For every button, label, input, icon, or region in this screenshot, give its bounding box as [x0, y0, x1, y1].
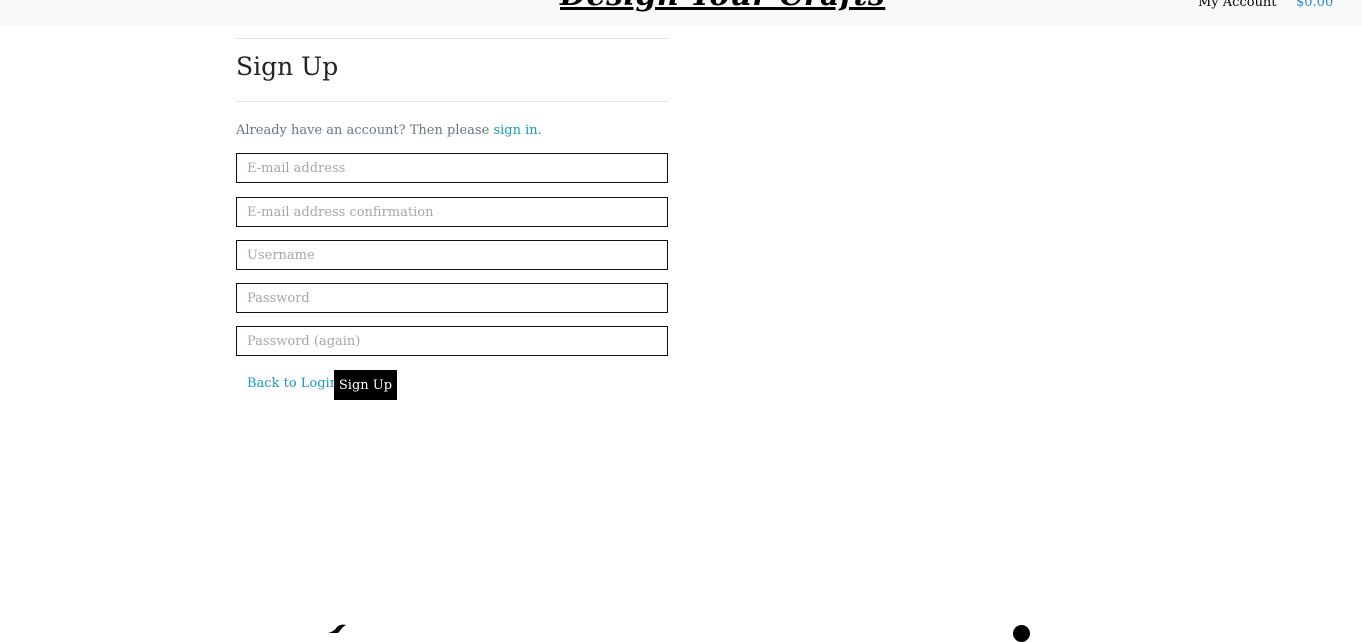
- email-field[interactable]: [236, 153, 668, 183]
- divider-title: [236, 101, 668, 102]
- page-title: Sign Up: [236, 52, 339, 81]
- twitter-icon[interactable]: [326, 624, 348, 634]
- cart-total-link[interactable]: $0.00: [1296, 0, 1333, 10]
- social-icon[interactable]: [1013, 625, 1030, 642]
- signup-button[interactable]: Sign Up: [334, 370, 397, 400]
- password-field[interactable]: [236, 283, 668, 313]
- signin-prompt-text: Already have an account? Then please: [236, 123, 494, 138]
- username-field[interactable]: [236, 240, 668, 270]
- password-again-field[interactable]: [236, 326, 668, 356]
- signin-prompt: Already have an account? Then please sig…: [236, 123, 542, 138]
- top-navbar: Design Your Crafts My Account $0.00: [0, 0, 1362, 26]
- email-confirm-field[interactable]: [236, 197, 668, 227]
- back-to-login-link[interactable]: Back to Login: [247, 376, 338, 391]
- signin-link[interactable]: sign in.: [493, 123, 541, 138]
- divider-top: [236, 38, 668, 39]
- my-account-link[interactable]: My Account: [1198, 0, 1277, 10]
- site-logo[interactable]: Design Your Crafts: [560, 0, 885, 13]
